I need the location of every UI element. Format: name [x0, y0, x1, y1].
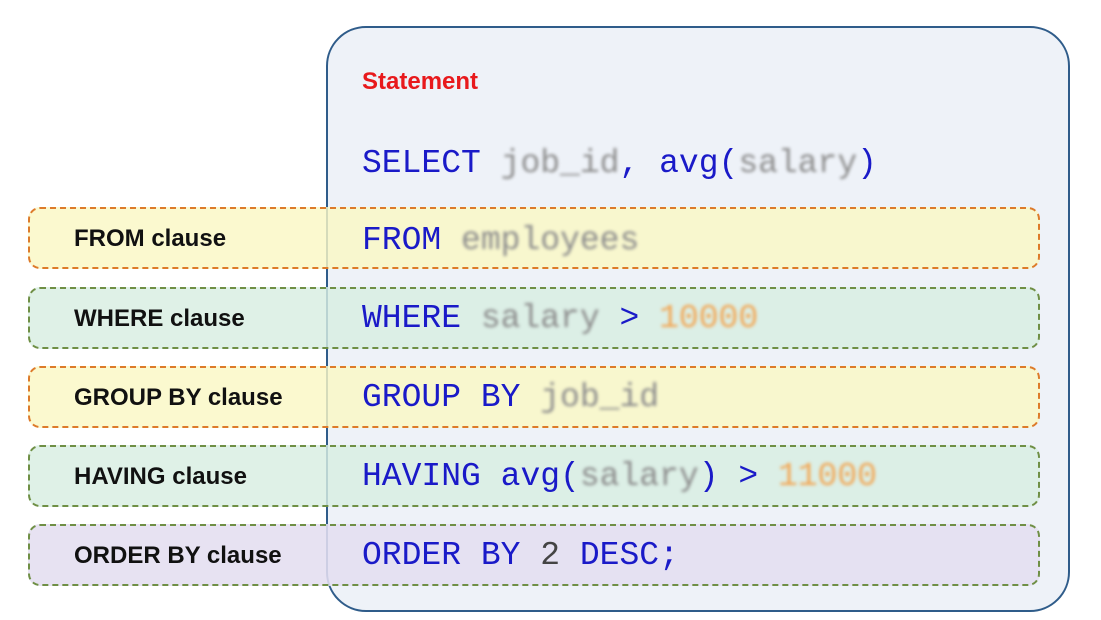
select-column: job_id [500, 145, 620, 182]
select-close-paren: ) [857, 145, 877, 182]
select-argument: salary [738, 145, 858, 182]
select-keyword: SELECT [362, 145, 481, 182]
sql-clause-diagram: Statement FROM clause WHERE clause GROUP… [0, 0, 1101, 620]
having-argument: salary [579, 458, 699, 495]
having-clause-label: HAVING clause [74, 463, 247, 490]
where-column: salary [480, 300, 600, 337]
group-by-clause-label: GROUP BY clause [74, 384, 283, 411]
where-clause-label: WHERE clause [74, 305, 245, 332]
order-by-clause-label: ORDER BY clause [74, 542, 282, 569]
having-close-paren: ) [698, 458, 719, 495]
having-keyword: HAVING [362, 458, 481, 495]
from-clause-label: FROM clause [74, 225, 227, 252]
having-function: avg( [500, 458, 580, 495]
order-by-keyword: ORDER BY [362, 537, 521, 574]
having-value: 11000 [777, 458, 877, 495]
statement-title: Statement [362, 68, 479, 95]
where-keyword: WHERE [362, 300, 462, 337]
order-by-position: 2 [540, 537, 561, 574]
having-line: HAVING avg(salary) > 11000 [362, 460, 877, 493]
having-operator: > [738, 458, 759, 495]
from-keyword: FROM [362, 222, 442, 259]
from-line: FROM employees [362, 224, 639, 257]
where-operator: > [619, 300, 640, 337]
select-function: avg( [659, 145, 739, 182]
group-by-line: GROUP BY job_id [362, 381, 659, 414]
order-by-direction: DESC; [579, 537, 679, 574]
where-value: 10000 [659, 300, 759, 337]
from-table: employees [461, 222, 640, 259]
select-line: SELECT job_id, avg(salary) [362, 147, 877, 180]
order-by-line: ORDER BY 2 DESC; [362, 539, 679, 572]
where-line: WHERE salary > 10000 [362, 302, 758, 335]
group-by-column: job_id [540, 379, 660, 416]
select-comma: , [619, 145, 640, 182]
group-by-keyword: GROUP BY [362, 379, 521, 416]
